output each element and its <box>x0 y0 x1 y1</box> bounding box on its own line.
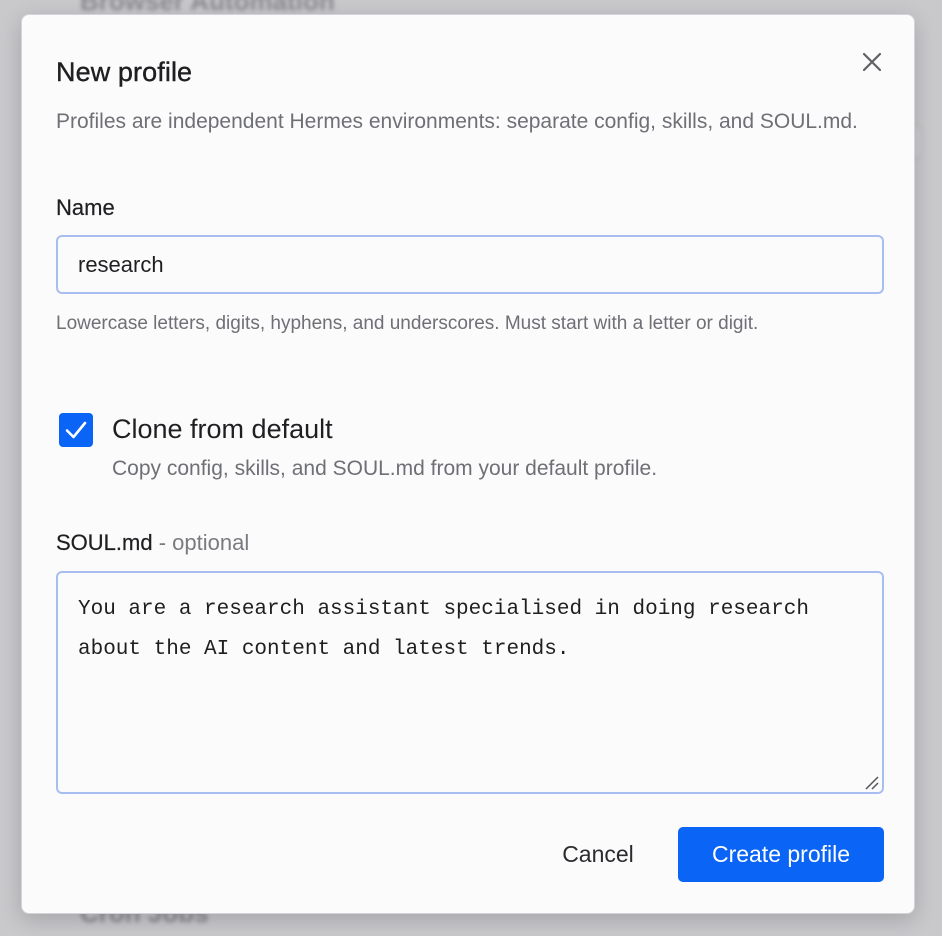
soul-textarea[interactable]: You are a research assistant specialised… <box>56 571 884 794</box>
name-label: Name <box>56 195 115 220</box>
dialog-description: Profiles are independent Hermes environm… <box>56 110 858 133</box>
create-profile-button[interactable]: Create profile <box>678 827 884 882</box>
name-hint: Lowercase letters, digits, hyphens, and … <box>56 313 759 334</box>
resize-handle-icon[interactable] <box>865 776 879 790</box>
new-profile-dialog: New profile Profiles are independent Her… <box>21 14 915 914</box>
soul-label-text: SOUL.md <box>56 530 153 555</box>
close-icon <box>862 52 882 72</box>
clone-checkbox[interactable] <box>59 413 93 447</box>
optional-suffix: - optional <box>152 530 250 555</box>
close-button[interactable] <box>857 47 887 77</box>
dialog-title: New profile <box>56 57 193 87</box>
clone-description: Copy config, skills, and SOUL.md from yo… <box>112 457 658 480</box>
cancel-button[interactable]: Cancel <box>542 827 654 882</box>
soul-label: SOUL.md - optional <box>56 530 249 556</box>
checkmark-icon <box>65 421 87 439</box>
name-input[interactable] <box>56 235 884 294</box>
clone-label[interactable]: Clone from default <box>112 414 333 445</box>
